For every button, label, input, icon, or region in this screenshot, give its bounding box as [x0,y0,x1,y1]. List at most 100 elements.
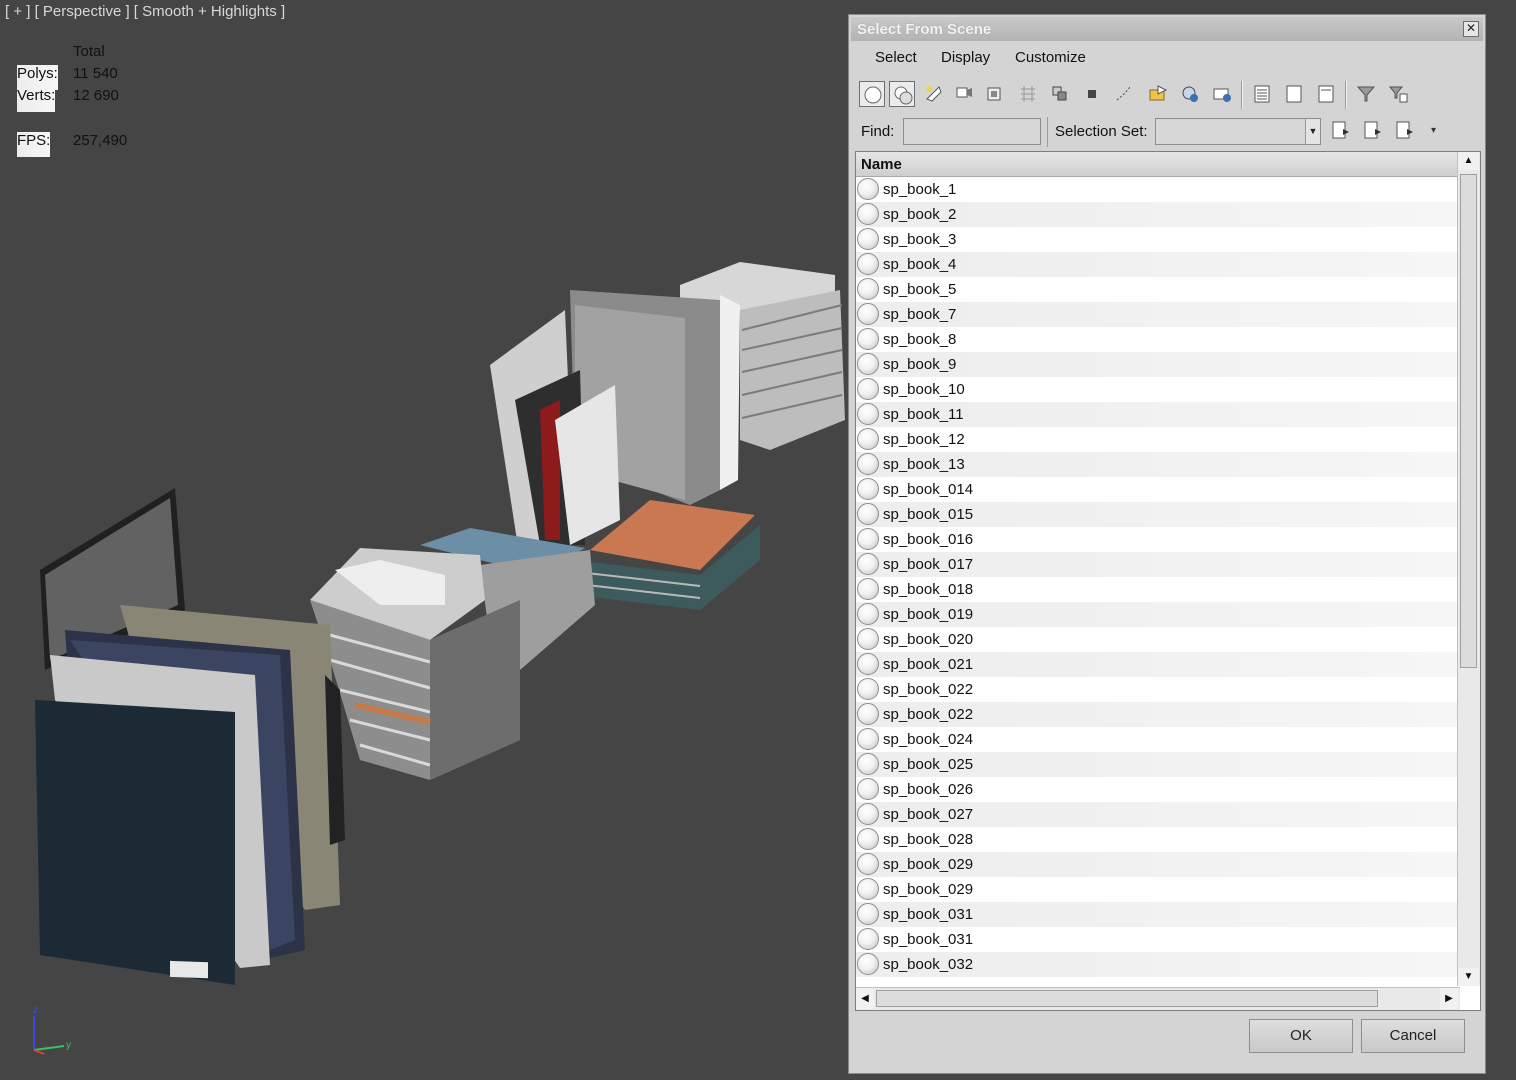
geometry-object-icon [857,378,879,400]
list-item[interactable]: sp_book_017 [856,552,1458,577]
display-geometry-icon[interactable] [859,81,885,107]
filter-icon[interactable] [1353,81,1379,107]
vertical-scroll-thumb[interactable] [1460,174,1477,668]
geometry-object-icon [857,728,879,750]
select-all-icon[interactable] [1145,81,1171,107]
list-item[interactable]: sp_book_4 [856,252,1458,277]
list-item[interactable]: sp_book_019 [856,602,1458,627]
list-item[interactable]: sp_book_2 [856,202,1458,227]
list-item[interactable]: sp_book_029 [856,877,1458,902]
add-to-selection-set-icon[interactable] [1391,117,1417,143]
list-item[interactable]: sp_book_031 [856,902,1458,927]
create-selection-set-icon[interactable] [1327,117,1353,143]
list-item-name: sp_book_026 [883,781,974,798]
horizontal-scrollbar[interactable]: ◀ ▶ [856,987,1460,1010]
list-item[interactable]: sp_book_11 [856,402,1458,427]
list-item[interactable]: sp_book_027 [856,802,1458,827]
list-item[interactable]: sp_book_031 [856,927,1458,952]
geometry-object-icon [857,903,879,925]
list-item[interactable]: sp_book_13 [856,452,1458,477]
close-button[interactable]: ✕ [1463,21,1479,37]
list-item[interactable]: sp_book_3 [856,227,1458,252]
display-cameras-icon[interactable] [951,81,977,107]
menu-customize[interactable]: Customize [1015,49,1086,66]
name-column-label: Name [861,156,902,173]
list-item[interactable]: sp_book_032 [856,952,1458,977]
display-xrefs-icon[interactable] [1079,81,1105,107]
stats-verts-label: Verts: [17,87,56,112]
display-children-icon[interactable] [1249,81,1275,107]
display-helpers-icon[interactable] [981,81,1007,107]
stats-fps-value: 257,490 [73,132,128,149]
select-invert-icon[interactable] [1209,81,1235,107]
scroll-up-icon[interactable]: ▲ [1458,152,1479,170]
list-item-name: sp_book_032 [883,956,974,973]
list-item[interactable]: sp_book_1 [856,177,1458,202]
filter-options-icon[interactable] [1385,81,1411,107]
stats-verts-value: 12 690 [73,87,119,104]
horizontal-scroll-thumb[interactable] [876,990,1378,1007]
list-item[interactable]: sp_book_028 [856,827,1458,852]
display-dependents-icon[interactable] [1313,81,1339,107]
filter-toolbar [855,77,1479,113]
menu-select[interactable]: Select [875,49,917,66]
display-influences-icon[interactable] [1281,81,1307,107]
viewport-label[interactable]: [ + ] [ Perspective ] [ Smooth + Highlig… [5,3,285,20]
list-item-name: sp_book_022 [883,706,974,723]
vertical-scrollbar[interactable]: ▲ ▼ [1457,152,1480,986]
list-item[interactable]: sp_book_014 [856,477,1458,502]
scroll-right-icon[interactable]: ▶ [1440,988,1458,1009]
list-item[interactable]: sp_book_7 [856,302,1458,327]
selection-set-dropdown[interactable]: ▼ [1155,118,1321,145]
list-item[interactable]: sp_book_12 [856,427,1458,452]
ok-button[interactable]: OK [1249,1019,1353,1053]
list-item[interactable]: sp_book_024 [856,727,1458,752]
menu-display[interactable]: Display [941,49,990,66]
list-item-name: sp_book_029 [883,881,974,898]
list-item[interactable]: sp_book_022 [856,677,1458,702]
list-item[interactable]: sp_book_029 [856,852,1458,877]
list-item[interactable]: sp_book_9 [856,352,1458,377]
list-item-name: sp_book_027 [883,806,974,823]
list-item-name: sp_book_9 [883,356,957,373]
geometry-object-icon [857,678,879,700]
list-item[interactable]: sp_book_10 [856,377,1458,402]
display-shapes-icon[interactable] [889,81,915,107]
geometry-object-icon [857,453,879,475]
list-item[interactable]: sp_book_8 [856,327,1458,352]
list-item[interactable]: sp_book_025 [856,752,1458,777]
list-item-name: sp_book_014 [883,481,974,498]
scroll-down-icon[interactable]: ▼ [1458,968,1479,986]
geometry-object-icon [857,228,879,250]
select-none-icon[interactable] [1177,81,1203,107]
list-item[interactable]: sp_book_5 [856,277,1458,302]
selection-set-label: Selection Set: [1055,123,1148,140]
list-item[interactable]: sp_book_016 [856,527,1458,552]
display-bones-icon[interactable] [1111,81,1137,107]
name-column-header[interactable]: Name [856,152,1458,177]
remove-selection-set-icon[interactable] [1359,117,1385,143]
list-item-name: sp_book_8 [883,331,957,348]
list-item[interactable]: sp_book_026 [856,777,1458,802]
find-row: Find: Selection Set: ▼ ▾ [855,115,1479,149]
scene-render[interactable] [0,0,850,1080]
geometry-object-icon [857,828,879,850]
toolbar-separator [1241,81,1243,109]
find-separator [1047,117,1048,147]
geometry-object-icon [857,753,879,775]
cancel-button[interactable]: Cancel [1361,1019,1465,1053]
toolbar-overflow-icon[interactable]: ▾ [1431,125,1436,136]
display-groups-icon[interactable] [1047,81,1073,107]
chevron-down-icon[interactable]: ▼ [1305,119,1320,144]
display-spacewarps-icon[interactable] [1015,81,1041,107]
list-item-name: sp_book_2 [883,206,957,223]
list-item[interactable]: sp_book_018 [856,577,1458,602]
list-item[interactable]: sp_book_020 [856,627,1458,652]
find-input[interactable] [903,118,1041,145]
dialog-titlebar[interactable]: Select From Scene ✕ [851,17,1483,41]
display-lights-icon[interactable] [921,81,947,107]
list-item[interactable]: sp_book_022 [856,702,1458,727]
list-item[interactable]: sp_book_015 [856,502,1458,527]
scroll-left-icon[interactable]: ◀ [856,988,874,1009]
list-item[interactable]: sp_book_021 [856,652,1458,677]
